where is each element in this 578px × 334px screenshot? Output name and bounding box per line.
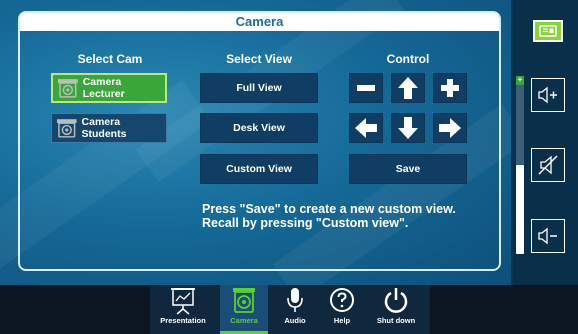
nav-label: Audio: [284, 316, 306, 325]
camera-lecturer-button[interactable]: Camera Lecturer: [51, 73, 167, 103]
display-toggle-button[interactable]: [533, 20, 563, 42]
camera-icon: [56, 119, 77, 138]
nav-shut-down[interactable]: Shut down: [370, 285, 422, 334]
volume-max-indicator: +: [516, 75, 524, 85]
camera-students-label: Camera Students: [81, 116, 127, 140]
full-view-button[interactable]: Full View: [200, 73, 318, 103]
select-cam-heading: Select Cam: [77, 52, 143, 66]
panel-title: Camera: [20, 13, 499, 31]
nav-label: Shut down: [376, 316, 416, 325]
custom-view-button[interactable]: Custom View: [200, 154, 318, 184]
display-icon: [539, 25, 557, 37]
pan-left-button[interactable]: [349, 113, 383, 143]
main-area: Camera Select Cam Select View Control Ca…: [0, 0, 528, 302]
desk-view-button[interactable]: Desk View: [200, 113, 318, 143]
minus-icon: [357, 85, 375, 91]
nav-label: Presentation: [160, 316, 206, 325]
screen: Camera Select Cam Select View Control Ca…: [0, 0, 578, 334]
power-icon: [384, 288, 408, 313]
camera-icon: [57, 79, 78, 98]
help-icon: [330, 288, 354, 312]
arrow-up-icon: [398, 77, 418, 99]
mute-icon: [538, 155, 558, 175]
arrow-left-icon: [355, 118, 377, 138]
pan-right-button[interactable]: [433, 113, 467, 143]
volume-up-button[interactable]: [531, 78, 565, 112]
nav-presentation[interactable]: Presentation: [152, 285, 214, 334]
speaker-minus-icon: [538, 227, 557, 245]
help-text-line-2: Recall by pressing "Custom view".: [202, 216, 409, 230]
help-text-line-1: Press "Save" to create a new custom view…: [202, 202, 456, 216]
presentation-icon: [171, 288, 195, 315]
microphone-icon: [287, 288, 303, 312]
select-view-heading: Select View: [226, 52, 292, 66]
camera-icon: [233, 288, 255, 313]
control-heading: Control: [386, 52, 430, 66]
mute-button[interactable]: [531, 148, 565, 182]
nav-audio[interactable]: Audio: [278, 285, 312, 334]
tilt-down-button[interactable]: [391, 113, 425, 143]
nav-camera[interactable]: Camera: [220, 285, 268, 334]
volume-down-button[interactable]: [531, 219, 565, 253]
camera-lecturer-label: Camera Lecturer: [82, 76, 125, 100]
tilt-up-button[interactable]: [391, 73, 425, 103]
speaker-plus-icon: [538, 86, 557, 104]
zoom-out-button[interactable]: [349, 73, 383, 103]
plus-icon: [441, 79, 459, 97]
volume-slider-fill: [516, 165, 524, 254]
nav-label: Help: [333, 316, 351, 325]
help-text: Press "Save" to create a new custom view…: [202, 202, 456, 230]
nav-help[interactable]: Help: [325, 285, 359, 334]
arrow-right-icon: [439, 118, 461, 138]
zoom-in-button[interactable]: [433, 73, 467, 103]
save-button[interactable]: Save: [349, 154, 467, 184]
camera-students-button[interactable]: Camera Students: [51, 113, 167, 143]
arrow-down-icon: [398, 117, 418, 139]
nav-label: Camera: [230, 316, 258, 325]
